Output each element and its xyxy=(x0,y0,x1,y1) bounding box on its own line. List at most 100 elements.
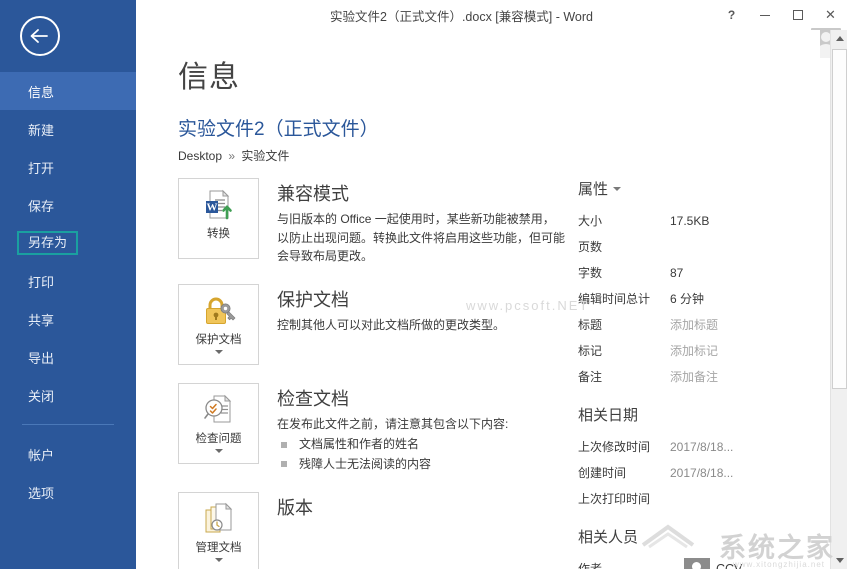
chevron-down-icon xyxy=(215,350,223,354)
block-description: 在发布此文件之前，请注意其包含以下内容: xyxy=(277,415,566,434)
scroll-down-button[interactable] xyxy=(831,552,847,569)
property-row-size: 大小 17.5KB xyxy=(578,208,780,234)
block-title: 保护文档 xyxy=(277,286,566,312)
sidebar-item-share[interactable]: 共享 xyxy=(0,300,136,338)
sidebar-item-info[interactable]: 信息 xyxy=(0,72,136,110)
sidebar-item-label: 信息 xyxy=(28,82,54,101)
minimize-icon xyxy=(760,15,770,16)
property-key: 字数 xyxy=(578,260,670,286)
properties-heading[interactable]: 属性 xyxy=(578,178,780,199)
info-block-inspect: 检查问题 检查文档 在发布此文件之前，请注意其包含以下内容: 文档属性和作者的姓… xyxy=(178,383,566,474)
inspect-document-icon xyxy=(202,391,236,429)
property-row-title: 标题 添加标题 xyxy=(578,312,780,338)
sidebar-item-save[interactable]: 保存 xyxy=(0,186,136,224)
property-value-add-title[interactable]: 添加标题 xyxy=(670,312,718,338)
sidebar-item-account[interactable]: 帐户 xyxy=(0,435,136,473)
sidebar-item-save-as[interactable]: 另存为 xyxy=(0,224,136,262)
list-item-label: 文档属性和作者的姓名 xyxy=(299,435,419,454)
list-item: 文档属性和作者的姓名 xyxy=(277,435,566,454)
back-arrow-icon xyxy=(29,28,51,44)
sidebar-item-open[interactable]: 打开 xyxy=(0,148,136,186)
page-title: 信息 xyxy=(178,52,820,96)
scroll-up-button[interactable] xyxy=(831,30,847,47)
properties-heading-label: 属性 xyxy=(578,178,608,199)
property-value: 6 分钟 xyxy=(670,286,704,312)
date-key: 上次修改时间 xyxy=(578,434,670,460)
sidebar-item-export[interactable]: 导出 xyxy=(0,338,136,376)
chevron-down-icon xyxy=(613,187,621,191)
vertical-scrollbar[interactable] xyxy=(830,30,847,569)
bullet-square-icon xyxy=(281,461,287,467)
author-key: 作者 xyxy=(578,556,670,569)
property-key: 页数 xyxy=(578,234,670,260)
word-backstage-window: 信息 新建 打开 保存 另存为 打印 共享 导出 关闭 帐户 选项 xyxy=(0,0,847,569)
manage-document-button[interactable]: 管理文档 xyxy=(178,492,259,569)
sidebar-item-label: 打印 xyxy=(28,272,54,291)
sidebar-item-print[interactable]: 打印 xyxy=(0,262,136,300)
maximize-icon xyxy=(793,10,803,20)
watermark-bottom-right-url: www.xitongzhijia.net xyxy=(733,560,825,569)
people-heading-label: 相关人员 xyxy=(578,526,638,547)
backstage-content: 信息 实验文件2（正式文件） Desktop » 实验文件 xyxy=(136,30,820,569)
info-blocks-column: W 转换 兼容模式 与旧版本的 Office 一起使用时，某些新功能被禁用，以防… xyxy=(136,178,566,569)
sidebar-item-close[interactable]: 关闭 xyxy=(0,376,136,414)
inspect-issue-list: 文档属性和作者的姓名 残障人士无法阅读的内容 xyxy=(277,435,566,473)
breadcrumb-folder[interactable]: 实验文件 xyxy=(241,149,289,163)
tile-label: 保护文档 xyxy=(196,331,242,347)
minimize-button[interactable] xyxy=(748,0,781,30)
breadcrumb-separator-icon: » xyxy=(228,149,235,163)
block-title: 版本 xyxy=(277,494,566,520)
sidebar-item-label: 共享 xyxy=(28,310,54,329)
help-icon: ? xyxy=(728,8,735,22)
backstage-sidebar: 信息 新建 打开 保存 另存为 打印 共享 导出 关闭 帐户 选项 xyxy=(0,0,136,569)
block-text: 检查文档 在发布此文件之前，请注意其包含以下内容: 文档属性和作者的姓名 残障人… xyxy=(259,383,566,474)
scrollbar-thumb[interactable] xyxy=(832,49,847,389)
protect-document-button[interactable]: 保护文档 xyxy=(178,284,259,365)
window-title: 实验文件2（正式文件）.docx [兼容模式] - Word xyxy=(330,6,593,25)
sidebar-divider xyxy=(22,424,114,425)
chevron-down-icon xyxy=(215,558,223,562)
back-button[interactable] xyxy=(20,16,60,56)
close-button[interactable]: ✕ xyxy=(814,0,847,30)
section-gap xyxy=(578,512,780,526)
property-value-add-tag[interactable]: 添加标记 xyxy=(670,338,718,364)
breadcrumb-root[interactable]: Desktop xyxy=(178,149,222,163)
property-value-add-comment[interactable]: 添加备注 xyxy=(670,364,718,390)
sidebar-item-label: 保存 xyxy=(28,196,54,215)
property-key: 标题 xyxy=(578,312,670,338)
date-key: 创建时间 xyxy=(578,460,670,486)
dates-heading-label: 相关日期 xyxy=(578,404,638,425)
sidebar-item-label: 导出 xyxy=(28,348,54,367)
block-title: 检查文档 xyxy=(277,385,566,411)
close-icon: ✕ xyxy=(825,7,836,23)
window-controls: ? ✕ xyxy=(715,0,847,30)
sidebar-item-new[interactable]: 新建 xyxy=(0,110,136,148)
document-name[interactable]: 实验文件2（正式文件） xyxy=(178,114,820,141)
section-gap xyxy=(578,390,780,404)
sidebar-item-options[interactable]: 选项 xyxy=(0,473,136,511)
block-text: 保护文档 控制其他人可以对此文档所做的更改类型。 xyxy=(259,284,566,365)
date-value: 2017/8/18... xyxy=(670,434,733,460)
property-row-pages: 页数 xyxy=(578,234,780,260)
back-button-container xyxy=(0,0,136,72)
maximize-button[interactable] xyxy=(781,0,814,30)
convert-document-icon: W xyxy=(202,186,236,224)
sidebar-item-label: 打开 xyxy=(28,158,54,177)
author-avatar-icon xyxy=(684,558,710,569)
tile-label: 管理文档 xyxy=(196,539,242,555)
block-text: 兼容模式 与旧版本的 Office 一起使用时，某些新功能被禁用，以防止出现问题… xyxy=(259,178,566,266)
sidebar-item-label: 帐户 xyxy=(28,445,54,464)
lock-key-icon xyxy=(201,292,237,330)
dates-heading: 相关日期 xyxy=(578,404,780,425)
date-key: 上次打印时间 xyxy=(578,486,670,512)
property-value: 87 xyxy=(670,260,683,286)
block-description: 控制其他人可以对此文档所做的更改类型。 xyxy=(277,316,566,335)
convert-button[interactable]: W 转换 xyxy=(178,178,259,259)
date-row-modified: 上次修改时间 2017/8/18... xyxy=(578,434,780,460)
help-button[interactable]: ? xyxy=(715,0,748,30)
content-columns: W 转换 兼容模式 与旧版本的 Office 一起使用时，某些新功能被禁用，以防… xyxy=(136,178,820,569)
date-row-printed: 上次打印时间 xyxy=(578,486,780,512)
check-for-issues-button[interactable]: 检查问题 xyxy=(178,383,259,464)
info-block-versions: 管理文档 版本 xyxy=(178,492,566,569)
property-key: 大小 xyxy=(578,208,670,234)
